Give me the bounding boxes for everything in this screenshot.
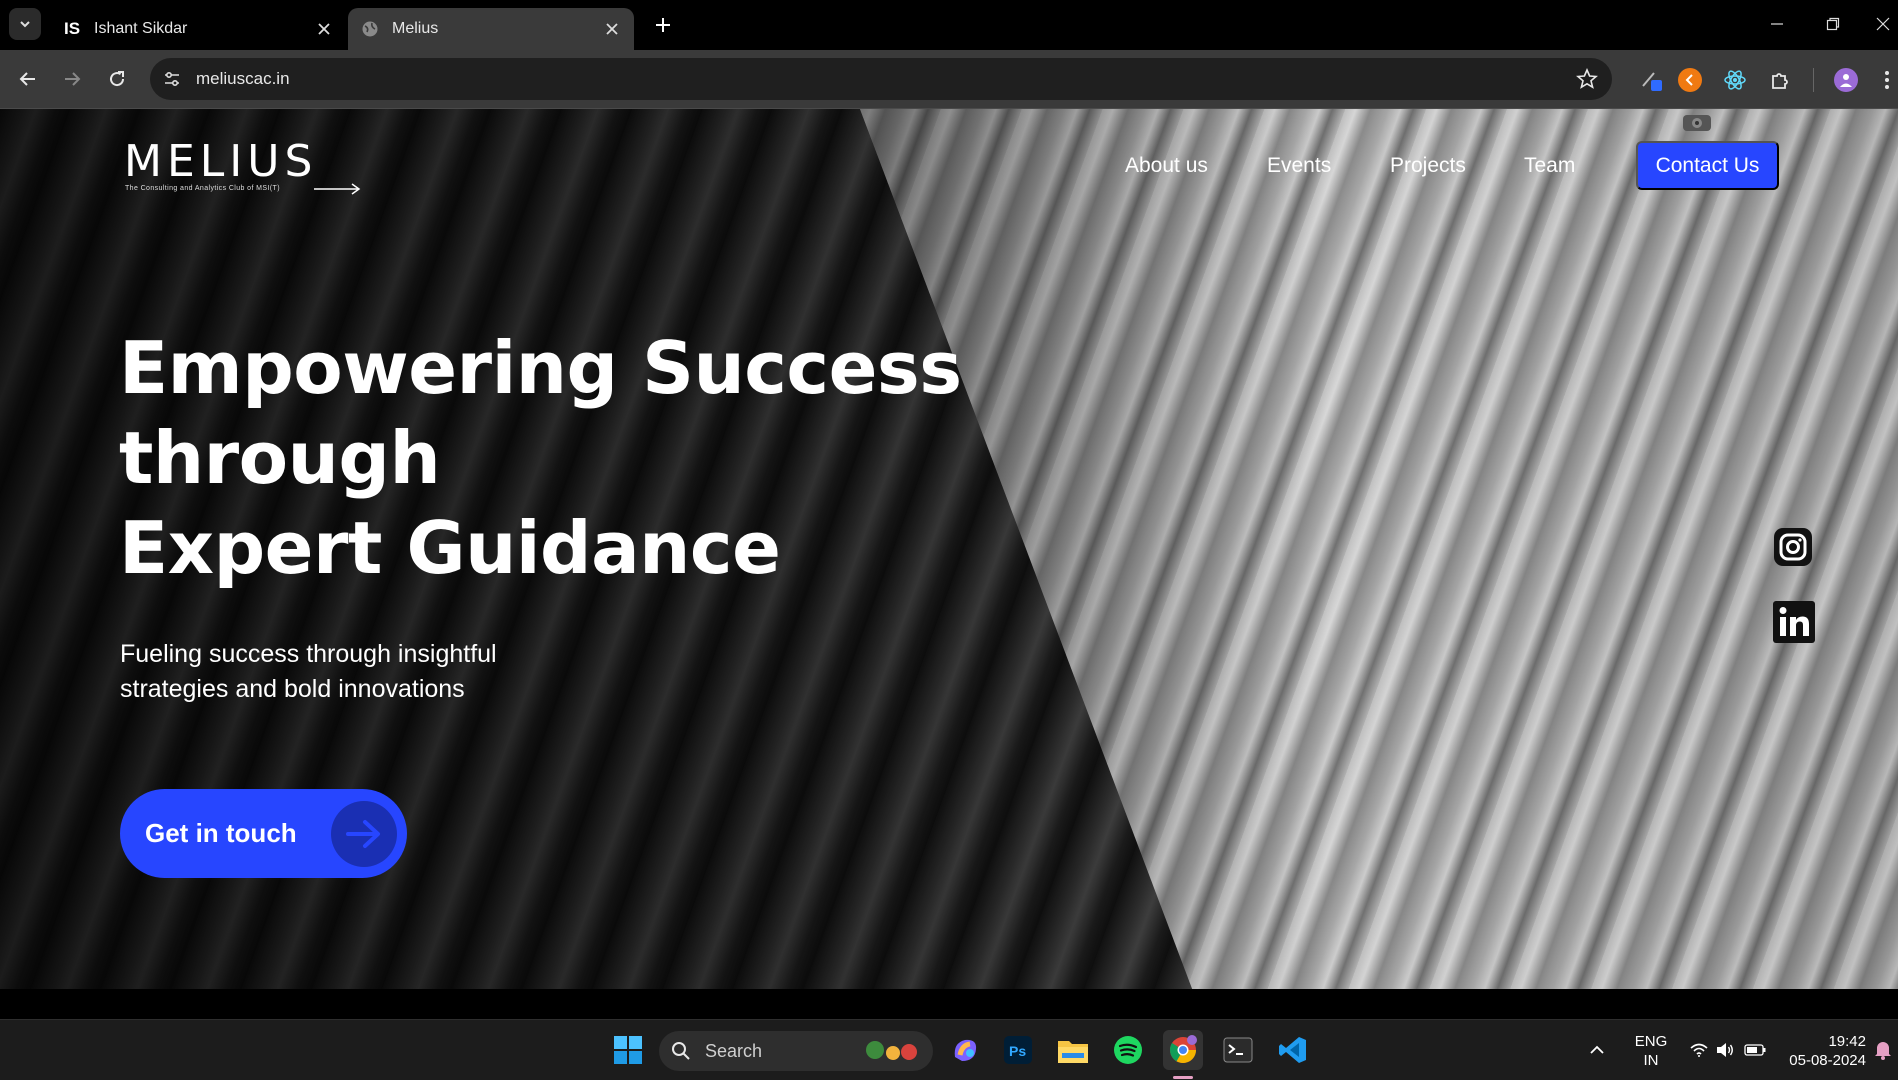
- nav-about-us[interactable]: About us: [1125, 154, 1208, 178]
- clock-date: 05-08-2024: [1789, 1052, 1866, 1069]
- restore-button[interactable]: [1816, 10, 1850, 38]
- tray-overflow-chevron-icon[interactable]: [1584, 1030, 1610, 1070]
- arrow-right-icon: [346, 820, 380, 848]
- clock[interactable]: 19:42 05-08-2024: [1780, 1032, 1866, 1070]
- bookmark-star-icon[interactable]: [1576, 68, 1598, 90]
- react-devtools-icon[interactable]: [1723, 68, 1747, 92]
- cta-label: Get in touch: [145, 818, 297, 848]
- hero-title: Empowering Success through Expert Guidan…: [119, 323, 962, 593]
- hero-title-line-3: Expert Guidance: [119, 506, 781, 590]
- logo-tagline: The Consulting and Analytics Club of MSI…: [125, 185, 280, 192]
- chrome-icon[interactable]: [1163, 1030, 1203, 1070]
- forward-button[interactable]: [57, 64, 87, 94]
- new-tab-button[interactable]: [650, 12, 676, 38]
- minimize-icon: [1771, 23, 1783, 25]
- tab-search-button[interactable]: [9, 8, 41, 40]
- reload-button[interactable]: [102, 64, 132, 94]
- extensions-puzzle-icon[interactable]: [1768, 68, 1792, 92]
- close-icon[interactable]: [314, 19, 334, 39]
- is-favicon-icon: IS: [63, 19, 81, 38]
- reload-icon: [110, 71, 125, 87]
- browser-tab-strip: IS Ishant Sikdar Melius: [0, 0, 1898, 50]
- extension-orange-icon[interactable]: [1678, 68, 1702, 92]
- notification-bell-icon[interactable]: [1870, 1030, 1896, 1070]
- close-icon[interactable]: [602, 19, 622, 39]
- wifi-icon[interactable]: [1686, 1030, 1712, 1070]
- windows-taskbar: Search Ps ENG IN 19:42 05-08-2024: [0, 1019, 1898, 1080]
- linkedin-icon[interactable]: [1773, 601, 1815, 643]
- tab-title: Ishant Sikdar: [94, 20, 188, 37]
- search-icon: [672, 1042, 690, 1060]
- photoshop-icon[interactable]: Ps: [998, 1030, 1038, 1070]
- contact-us-button[interactable]: Contact Us: [1636, 141, 1779, 190]
- terminal-icon[interactable]: [1218, 1030, 1258, 1070]
- hero-title-line-1: Empowering Success: [119, 326, 962, 410]
- language-code: ENG: [1634, 1033, 1668, 1050]
- hero-subtitle: Fueling success through insightful strat…: [120, 640, 497, 703]
- hero-title-line-2: through: [119, 416, 441, 500]
- tab-title: Melius: [392, 20, 439, 37]
- plus-icon: [656, 18, 670, 32]
- webcam-indicator-icon: [1683, 115, 1711, 131]
- file-explorer-icon[interactable]: [1053, 1030, 1093, 1070]
- spotify-icon[interactable]: [1108, 1030, 1148, 1070]
- nav-projects[interactable]: Projects: [1390, 154, 1466, 178]
- svg-text:Ps: Ps: [1009, 1043, 1026, 1059]
- melius-logo[interactable]: MELIUS The Consulting and Analytics Club…: [124, 139, 364, 195]
- copilot-icon[interactable]: [945, 1030, 985, 1070]
- globe-icon: [360, 19, 380, 39]
- battery-icon[interactable]: [1740, 1030, 1770, 1070]
- arrow-left-icon: [19, 72, 35, 86]
- close-icon: [1876, 17, 1890, 31]
- browser-tab-melius[interactable]: Melius: [348, 8, 634, 50]
- get-in-touch-button[interactable]: Get in touch: [120, 789, 407, 878]
- nav-events[interactable]: Events: [1267, 154, 1331, 178]
- region-code: IN: [1643, 1052, 1659, 1069]
- menu-dots-icon[interactable]: [1880, 68, 1894, 92]
- chevron-down-icon: [20, 21, 30, 28]
- site-info-icon[interactable]: [162, 69, 182, 89]
- browser-toolbar: meliuscac.in: [0, 50, 1898, 109]
- logo-arrow-icon: [314, 183, 361, 195]
- profile-avatar-icon[interactable]: [1834, 68, 1858, 92]
- taskbar-search-box[interactable]: Search: [659, 1031, 933, 1071]
- clock-time: 19:42: [1828, 1033, 1866, 1050]
- search-highlight-icon: [866, 1041, 917, 1060]
- toolbar-divider: [1813, 68, 1814, 92]
- nav-team[interactable]: Team: [1524, 154, 1575, 178]
- browser-tab-ishant-sikdar[interactable]: IS Ishant Sikdar: [50, 8, 346, 50]
- instagram-icon[interactable]: [1773, 527, 1813, 567]
- arrow-right-icon: [65, 72, 81, 86]
- cta-arrow-circle: [331, 801, 397, 867]
- chrome-active-indicator: [1173, 1076, 1193, 1079]
- search-placeholder: Search: [705, 1041, 763, 1061]
- restore-icon: [1826, 17, 1840, 31]
- minimize-button[interactable]: [1760, 10, 1794, 38]
- vscode-icon[interactable]: [1273, 1030, 1313, 1070]
- close-window-button[interactable]: [1866, 10, 1898, 38]
- address-bar[interactable]: meliuscac.in: [150, 58, 1612, 100]
- volume-icon[interactable]: [1712, 1030, 1738, 1070]
- language-indicator[interactable]: ENG IN: [1628, 1032, 1674, 1070]
- back-button[interactable]: [13, 64, 43, 94]
- logo-wordmark: MELIUS: [124, 136, 318, 187]
- windows-start-icon[interactable]: [608, 1030, 648, 1070]
- page-viewport: MELIUS The Consulting and Analytics Club…: [0, 109, 1898, 989]
- url-text[interactable]: meliuscac.in: [196, 69, 290, 89]
- extension-pen-icon[interactable]: [1640, 68, 1664, 92]
